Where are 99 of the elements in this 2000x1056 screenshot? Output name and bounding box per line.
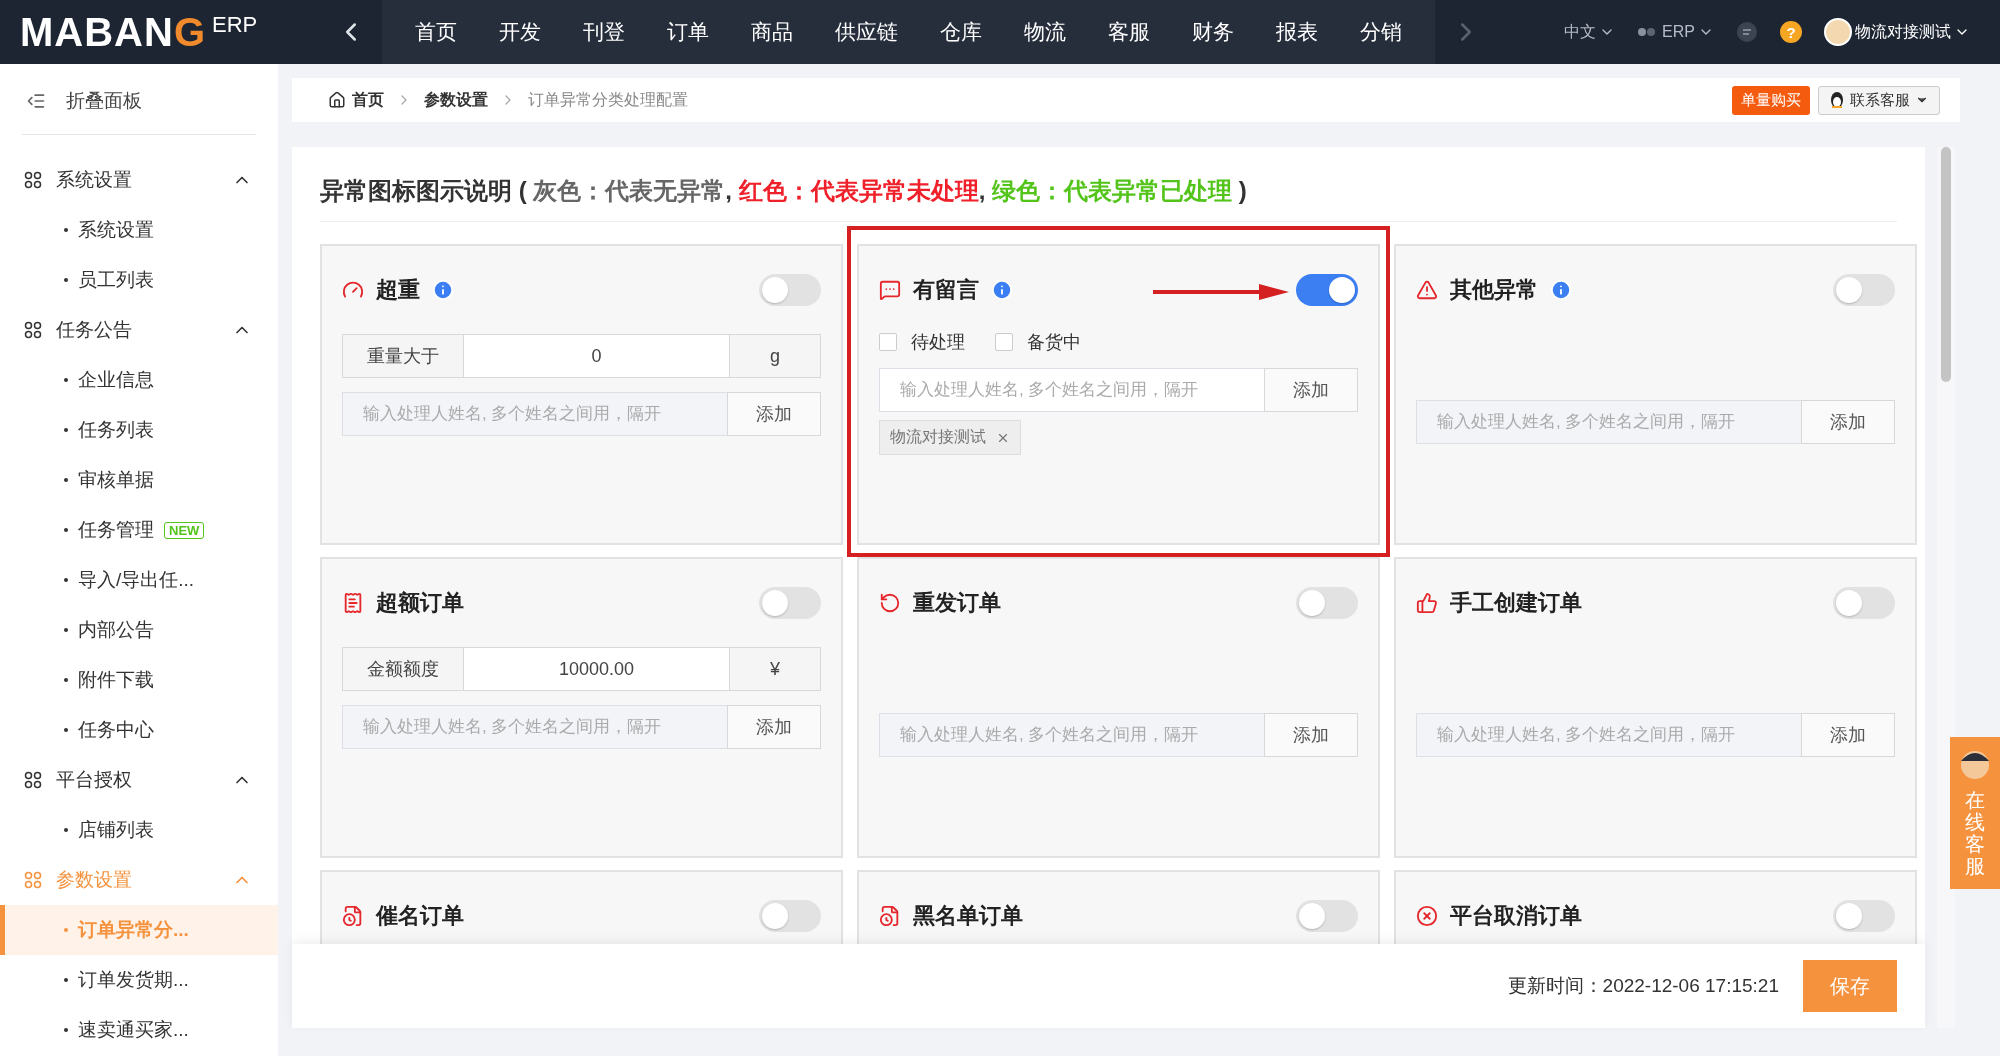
document-icon <box>342 905 364 927</box>
toggle-switch[interactable] <box>1296 274 1358 306</box>
status-checkbox[interactable]: 待处理 <box>879 330 965 354</box>
nav-item[interactable]: 分销 <box>1339 0 1423 64</box>
nav-item[interactable]: 订单 <box>646 0 730 64</box>
menu-item[interactable]: 审核单据 <box>0 455 278 505</box>
document-icon <box>879 905 901 927</box>
menu-group[interactable]: 任务公告 <box>0 305 278 355</box>
nav-item[interactable]: 仓库 <box>919 0 1003 64</box>
add-button[interactable]: 添加 <box>1264 368 1358 412</box>
menu-item[interactable]: 员工列表 <box>0 255 278 305</box>
add-button[interactable]: 添加 <box>1801 400 1895 444</box>
menu-item[interactable]: 订单发货期... <box>0 955 278 1005</box>
menu-item[interactable]: 企业信息 <box>0 355 278 405</box>
threshold-input[interactable]: 0 <box>464 334 729 378</box>
toggle-switch[interactable] <box>1296 587 1358 619</box>
assignee-input[interactable]: 输入处理人姓名, 多个姓名之间用，隔开 <box>342 392 727 436</box>
toggle-switch[interactable] <box>1833 274 1895 306</box>
info-icon[interactable] <box>432 279 454 301</box>
assignee-input[interactable]: 输入处理人姓名, 多个姓名之间用，隔开 <box>342 705 727 749</box>
menu-item[interactable]: 系统设置 <box>0 205 278 255</box>
grid-icon <box>24 871 42 889</box>
card-title: 其他异常 <box>1450 276 1538 304</box>
unit-label: g <box>729 334 821 378</box>
nav-item[interactable]: 物流 <box>1003 0 1087 64</box>
add-button[interactable]: 添加 <box>727 392 821 436</box>
message-icon[interactable] <box>1736 21 1758 43</box>
assignee-input[interactable]: 输入处理人姓名, 多个姓名之间用，隔开 <box>879 713 1264 757</box>
home-icon <box>328 91 346 109</box>
legend-heading: 异常图标图示说明 ( 灰色：代表无异常, 红色：代表异常未处理, 绿色：代表异常已处理 ) <box>320 147 1897 222</box>
grid-icon <box>24 321 42 339</box>
collapse-icon <box>26 91 46 111</box>
chat-icon <box>879 279 901 301</box>
nav-item[interactable]: 报表 <box>1255 0 1339 64</box>
menu-item[interactable]: 附件下载 <box>0 655 278 705</box>
card-title: 平台取消订单 <box>1450 902 1582 930</box>
nav-item[interactable]: 客服 <box>1087 0 1171 64</box>
toggle-switch[interactable] <box>759 900 821 932</box>
info-icon[interactable] <box>991 279 1013 301</box>
menu-item[interactable]: 内部公告 <box>0 605 278 655</box>
info-icon[interactable] <box>1550 279 1572 301</box>
penguin-icon <box>1829 91 1845 109</box>
menu-item[interactable]: 任务中心 <box>0 705 278 755</box>
nav-item[interactable]: 供应链 <box>814 0 919 64</box>
grid-icon <box>24 771 42 789</box>
card-title: 黑名单订单 <box>913 902 1023 930</box>
avatar <box>1824 18 1852 46</box>
warning-icon <box>1416 279 1438 301</box>
menu-item[interactable]: 任务列表 <box>0 405 278 455</box>
add-button[interactable]: 添加 <box>1264 713 1358 757</box>
add-button[interactable]: 添加 <box>727 705 821 749</box>
breadcrumb-link[interactable]: 订单异常分类处理配置 <box>528 89 688 111</box>
updated-time: 更新时间：2022-12-06 17:15:21 <box>1507 974 1779 998</box>
assignee-tag: 物流对接测试 <box>879 420 1021 455</box>
menu-group[interactable]: 系统设置 <box>0 155 278 205</box>
toggle-switch[interactable] <box>1833 900 1895 932</box>
card-title: 超重 <box>376 276 420 304</box>
breadcrumb-link[interactable]: 参数设置 <box>424 89 488 111</box>
nav-item[interactable]: 财务 <box>1171 0 1255 64</box>
system-menu[interactable]: ERP <box>1637 23 1714 41</box>
threshold-label: 金额额度 <box>342 647 464 691</box>
menu-group[interactable]: 平台授权 <box>0 755 278 805</box>
cancel-icon <box>1416 905 1438 927</box>
toggle-switch[interactable] <box>759 274 821 306</box>
toggle-switch[interactable] <box>1833 587 1895 619</box>
thumbs-up-icon <box>1416 592 1438 614</box>
menu-item[interactable]: 任务管理 NEW <box>0 505 278 555</box>
card-title: 手工创建订单 <box>1450 589 1582 617</box>
toggle-switch[interactable] <box>1296 900 1358 932</box>
assignee-input[interactable]: 输入处理人姓名, 多个姓名之间用，隔开 <box>1416 400 1801 444</box>
menu-item[interactable]: 店铺列表 <box>0 805 278 855</box>
assignee-input[interactable]: 输入处理人姓名, 多个姓名之间用，隔开 <box>1416 713 1801 757</box>
card-title: 有留言 <box>913 276 979 304</box>
new-badge: NEW <box>164 521 205 539</box>
collapse-panel-button[interactable]: 折叠面板 <box>0 76 278 126</box>
toggle-switch[interactable] <box>759 587 821 619</box>
support-dropdown[interactable]: 联系客服 <box>1818 85 1940 115</box>
nav-item[interactable]: 商品 <box>730 0 814 64</box>
receipt-icon <box>342 592 364 614</box>
scrollbar-thumb[interactable] <box>1941 147 1951 382</box>
status-checkbox[interactable]: 备货中 <box>995 330 1081 354</box>
grid-icon <box>24 171 42 189</box>
unit-label: ¥ <box>729 647 821 691</box>
threshold-label: 重量大于 <box>342 334 464 378</box>
menu-item[interactable]: 导入/导出任... <box>0 555 278 605</box>
card-title: 催名订单 <box>376 902 464 930</box>
menu-item[interactable]: 速卖通买家... <box>0 1005 278 1055</box>
card-title: 重发订单 <box>913 589 1001 617</box>
refresh-icon <box>879 592 901 614</box>
nav-item[interactable]: 首页 <box>394 0 478 64</box>
nav-item[interactable]: 刊登 <box>562 0 646 64</box>
breadcrumb-link[interactable]: 首页 <box>328 89 384 111</box>
card-title: 超额订单 <box>376 589 464 617</box>
assignee-input[interactable]: 输入处理人姓名, 多个姓名之间用，隔开 <box>879 368 1264 412</box>
user-menu[interactable]: 物流对接测试 <box>1824 18 1970 46</box>
nav-item[interactable]: 开发 <box>478 0 562 64</box>
add-button[interactable]: 添加 <box>1801 713 1895 757</box>
language-menu[interactable]: 中文 <box>1564 21 1616 43</box>
threshold-input[interactable]: 10000.00 <box>464 647 729 691</box>
